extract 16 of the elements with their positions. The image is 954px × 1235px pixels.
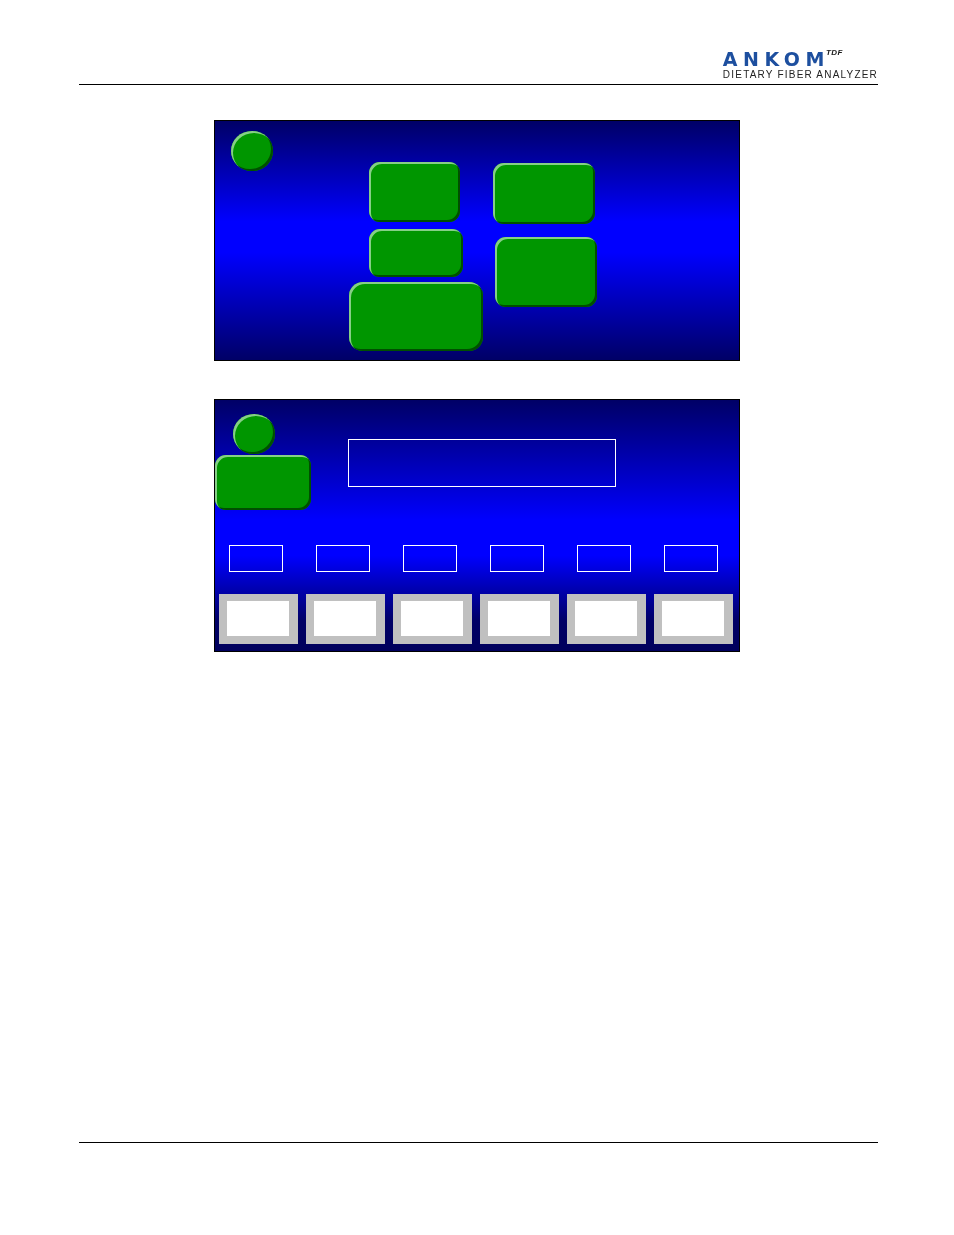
value-field xyxy=(229,545,283,572)
logo-wordmark: ANKOM$^{TDF}$ xyxy=(722,49,843,69)
value-field xyxy=(664,545,718,572)
menu-button[interactable] xyxy=(495,237,597,307)
action-button[interactable] xyxy=(215,455,311,510)
value-field xyxy=(403,545,457,572)
round-button[interactable] xyxy=(231,131,273,171)
menu-button[interactable] xyxy=(369,162,460,222)
value-field xyxy=(490,545,544,572)
round-button[interactable] xyxy=(233,414,275,454)
value-field xyxy=(316,545,370,572)
menu-button[interactable] xyxy=(493,163,595,224)
menu-button[interactable] xyxy=(349,282,483,351)
value-field xyxy=(577,545,631,572)
menu-button[interactable] xyxy=(369,229,463,277)
logo-tagline: DIETARY FIBER ANALYZER xyxy=(722,70,878,80)
